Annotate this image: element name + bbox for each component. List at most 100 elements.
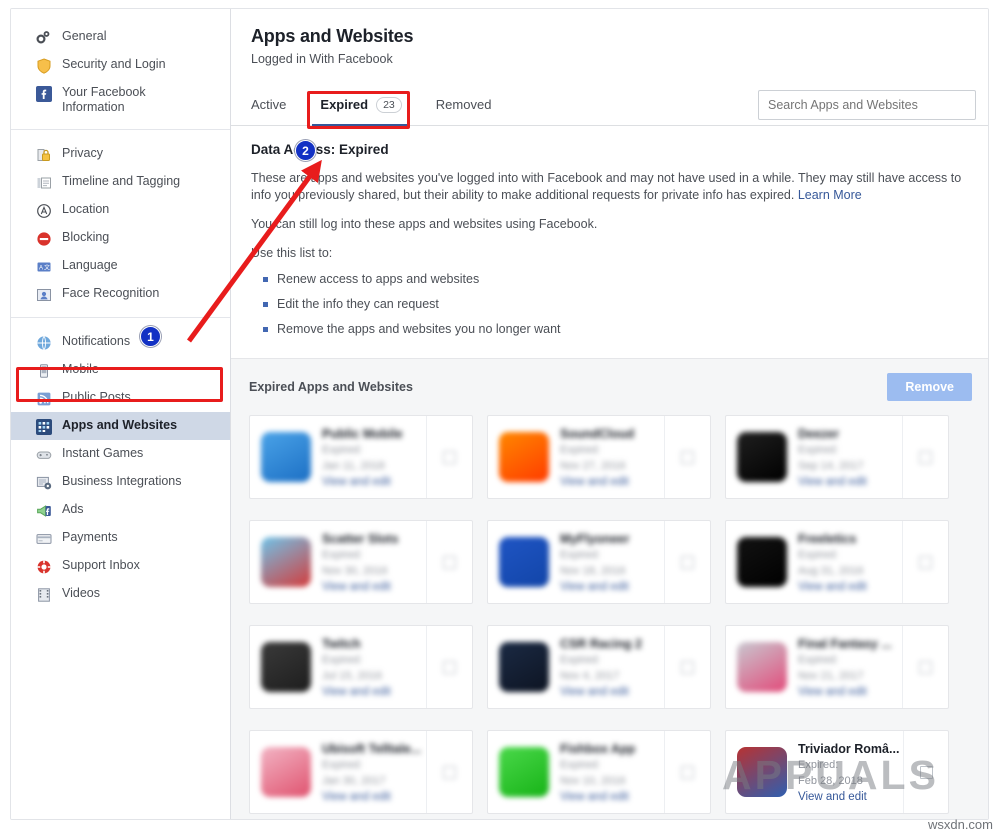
app-select-checkbox[interactable] <box>681 765 694 779</box>
view-and-edit-link[interactable]: View and edit <box>798 686 898 698</box>
view-and-edit-link[interactable]: View and edit <box>322 581 422 593</box>
view-and-edit-link[interactable]: View and edit <box>798 476 898 488</box>
sidebar-item-blocking[interactable]: Blocking <box>11 224 230 252</box>
app-card[interactable]: Scatter Slots Expired: Nov 30, 2016 View an… <box>249 520 473 604</box>
view-and-edit-link[interactable]: View and edit <box>560 686 660 698</box>
film-icon <box>35 586 52 603</box>
sidebar-item-instant-games[interactable]: Instant Games <box>11 440 230 468</box>
info-heading: Data Access: Expired <box>251 142 389 157</box>
sidebar-item-general[interactable]: General <box>11 23 230 51</box>
view-and-edit-link[interactable]: View and edit <box>560 581 660 593</box>
rss-icon <box>35 390 52 407</box>
sidebar-item-apps-and-websites[interactable]: Apps and Websites <box>11 412 230 440</box>
app-expired-date: Nov 30, 2016 <box>322 565 388 577</box>
app-select-checkbox[interactable] <box>443 450 456 464</box>
sidebar-item-mobile[interactable]: Mobile <box>11 356 230 384</box>
app-icon <box>737 432 787 482</box>
sidebar-item-label: Ads <box>62 502 84 516</box>
sidebar-item-label: Blocking <box>62 230 110 244</box>
info-list-intro: Use this list to: <box>251 246 333 260</box>
sidebar-item-label: General <box>62 29 107 43</box>
app-expired-label: Expired: <box>798 549 839 561</box>
view-and-edit-link[interactable]: View and edit <box>322 791 422 803</box>
list-item: Renew access to apps and websites <box>251 271 968 287</box>
app-select-checkbox[interactable] <box>681 450 694 464</box>
remove-button[interactable]: Remove <box>887 373 972 401</box>
app-icon <box>737 537 787 587</box>
view-and-edit-link[interactable]: View and edit <box>560 476 660 488</box>
sidebar-item-your-facebook-information[interactable]: Your Facebook Information <box>11 79 230 120</box>
view-and-edit-link[interactable]: View and edit <box>798 791 899 803</box>
view-and-edit-link[interactable]: View and edit <box>322 686 422 698</box>
app-card[interactable]: SoundCloud Expired: Nov 27, 2016 View and e… <box>487 415 711 499</box>
svg-text:A: A <box>39 265 43 271</box>
sidebar-item-business-integrations[interactable]: Business Integrations <box>11 468 230 496</box>
sidebar-item-face-recognition[interactable]: Face Recognition <box>11 280 230 308</box>
app-expired-date: Nov 10, 2016 <box>560 775 626 787</box>
app-select-checkbox[interactable] <box>919 450 932 464</box>
app-select-checkbox[interactable] <box>919 555 932 569</box>
sidebar-item-videos[interactable]: Videos <box>11 580 230 608</box>
app-icon-wrapper <box>488 416 560 498</box>
location-icon <box>35 202 52 219</box>
list-item: Edit the info they can request <box>251 296 968 312</box>
app-name: Fishbox App <box>560 742 636 756</box>
app-select-checkbox[interactable] <box>443 555 456 569</box>
sidebar-item-language[interactable]: A文 Language <box>11 252 230 280</box>
app-card[interactable]: Public Mobile Expired: Jan 11, 2018 View an… <box>249 415 473 499</box>
app-icon-wrapper <box>250 521 322 603</box>
sidebar-group-apps: Notifications Mobile Public Posts Apps a… <box>11 317 230 608</box>
app-card[interactable]: Triviador Româ... Expired: Feb 28, 2018 Vie… <box>725 730 949 814</box>
view-and-edit-link[interactable]: View and edit <box>798 581 898 593</box>
sidebar-item-privacy[interactable]: Privacy <box>11 140 230 168</box>
sidebar-item-location[interactable]: Location <box>11 196 230 224</box>
search-input[interactable] <box>758 90 976 120</box>
app-card[interactable]: Final Fantasy ... Expired: Nov 21, 2017 Vie… <box>725 625 949 709</box>
app-name: Public Mobile <box>322 427 403 441</box>
sidebar-group-privacy: Privacy Timeline and Tagging Location Bl… <box>11 129 230 308</box>
app-card[interactable]: Twitch Expired: Jul 15, 2016 View and edit <box>249 625 473 709</box>
app-card[interactable]: MyFlyoneer Expired: Nov 18, 2016 View and e… <box>487 520 711 604</box>
sidebar-item-ads[interactable]: Ads <box>11 496 230 524</box>
app-card-body: Deezer Expired: Sep 14, 2017 View and edit <box>798 416 902 498</box>
learn-more-link[interactable]: Learn More <box>798 188 862 202</box>
sidebar-item-support-inbox[interactable]: Support Inbox <box>11 552 230 580</box>
sidebar-item-security-and-login[interactable]: Security and Login <box>11 51 230 79</box>
app-card[interactable]: Ubisoft Telltale... Expired: Jan 30, 2017 V… <box>249 730 473 814</box>
app-select-checkbox[interactable] <box>681 555 694 569</box>
sidebar-item-timeline-and-tagging[interactable]: Timeline and Tagging <box>11 168 230 196</box>
app-card[interactable]: CSR Racing 2 Expired: Nov 4, 2017 View and … <box>487 625 711 709</box>
app-expired-label: Expired: <box>560 444 601 456</box>
app-icon-wrapper <box>726 521 798 603</box>
tab-expired[interactable]: Expired 23 <box>312 84 411 127</box>
app-select-column <box>902 521 948 603</box>
app-expired-label: Expired: <box>322 759 363 771</box>
app-expired-date: Sep 14, 2017 <box>798 460 864 472</box>
app-card[interactable]: Freeletics Expired: Aug 31, 2016 View and e… <box>725 520 949 604</box>
view-and-edit-link[interactable]: View and edit <box>560 791 660 803</box>
app-select-checkbox[interactable] <box>919 765 933 779</box>
app-card[interactable]: Deezer Expired: Sep 14, 2017 View and edit <box>725 415 949 499</box>
app-card[interactable]: Fishbox App Expired: Nov 10, 2016 View and … <box>487 730 711 814</box>
view-and-edit-link[interactable]: View and edit <box>322 476 422 488</box>
app-select-checkbox[interactable] <box>443 660 456 674</box>
app-select-checkbox[interactable] <box>919 660 932 674</box>
app-select-column <box>902 416 948 498</box>
app-card-body: Final Fantasy ... Expired: Nov 21, 2017 Vie… <box>798 626 902 708</box>
app-select-column <box>426 416 472 498</box>
sidebar-item-label: Language <box>62 258 118 272</box>
tab-removed[interactable]: Removed <box>436 84 492 126</box>
sidebar-item-notifications[interactable]: Notifications <box>11 328 230 356</box>
tab-active[interactable]: Active <box>251 84 286 126</box>
app-expired-label: Expired: <box>798 654 839 666</box>
app-card-body: Triviador Româ... Expired: Feb 28, 2018 Vie… <box>798 731 903 813</box>
page-title: Apps and Websites <box>251 26 414 46</box>
sidebar-group-account: General Security and Login Your Facebook… <box>11 23 230 120</box>
tab-bar: Active Expired 23 Removed <box>231 84 988 127</box>
app-select-checkbox[interactable] <box>681 660 694 674</box>
sidebar-item-label: Support Inbox <box>62 558 140 572</box>
sidebar-item-public-posts[interactable]: Public Posts <box>11 384 230 412</box>
app-select-checkbox[interactable] <box>443 765 456 779</box>
sidebar-item-label: Security and Login <box>62 57 166 71</box>
sidebar-item-payments[interactable]: Payments <box>11 524 230 552</box>
